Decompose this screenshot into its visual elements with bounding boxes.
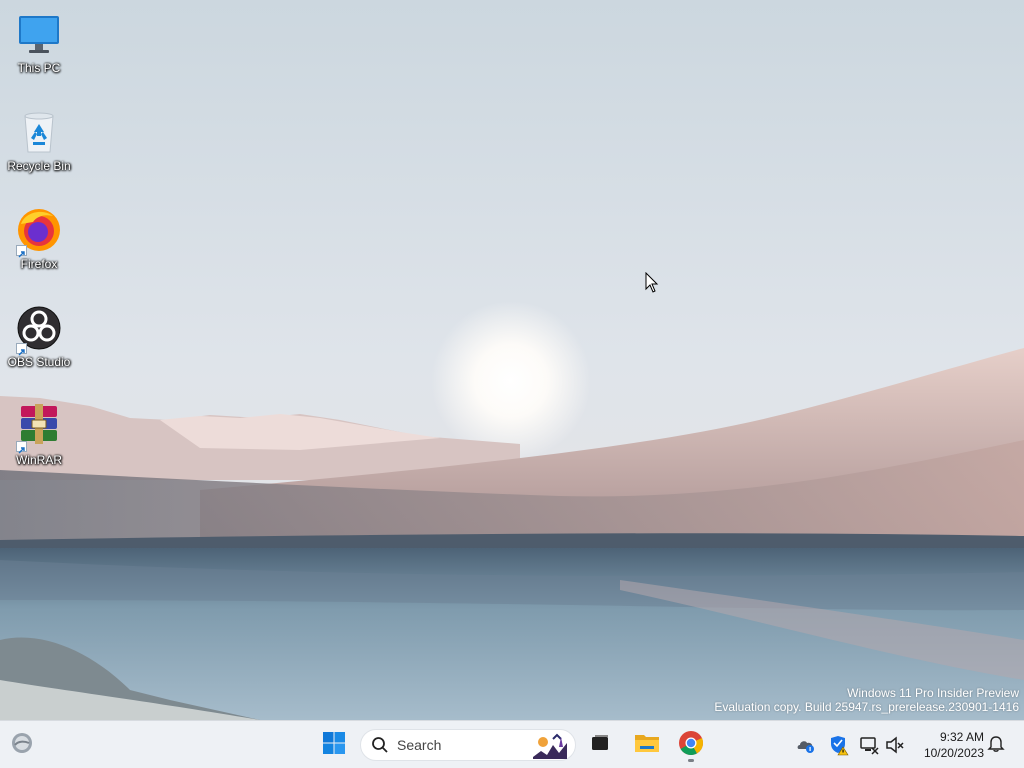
chrome-taskbar-button[interactable]: [673, 727, 709, 763]
desktop-icon-recycle-bin[interactable]: Recycle Bin: [4, 104, 74, 184]
task-view-button[interactable]: [582, 727, 618, 763]
widgets-button[interactable]: [4, 727, 40, 763]
desktop-icon-obs-studio[interactable]: OBS Studio: [4, 300, 74, 380]
desktop-icon-label: WinRAR: [15, 453, 62, 467]
notification-bell-icon[interactable]: [987, 734, 1009, 756]
search-placeholder: Search: [397, 737, 442, 753]
evaluation-watermark: Windows 11 Pro Insider Preview Evaluatio…: [714, 686, 1019, 714]
desktop-icon-label: Recycle Bin: [7, 159, 71, 173]
chrome-icon: [678, 730, 704, 761]
desktop-icon-winrar[interactable]: WinRAR: [4, 398, 74, 478]
taskbar: Search 9:32 AM 10/20/2023: [0, 720, 1024, 768]
firefox-icon: [15, 206, 63, 258]
desktop-icon-label: OBS Studio: [7, 355, 71, 369]
mouse-pointer-icon: [645, 271, 659, 294]
recycle-bin-icon: [15, 108, 63, 156]
taskbar-search-box[interactable]: Search: [360, 729, 576, 761]
clock-time: 9:32 AM: [939, 730, 984, 744]
task-view-icon: [589, 732, 611, 759]
desktop-icon-this-pc[interactable]: This PC: [4, 6, 74, 86]
weather-widget-icon: [10, 731, 34, 760]
start-icon: [322, 731, 346, 760]
desktop-wallpaper: [0, 0, 1024, 720]
system-clock[interactable]: 9:32 AM 10/20/2023: [914, 729, 984, 761]
network-disconnected-icon[interactable]: [858, 734, 880, 756]
winrar-icon: [15, 402, 63, 454]
file-explorer-icon: [634, 731, 660, 760]
watermark-edition: Windows 11 Pro Insider Preview: [847, 686, 1019, 700]
shortcut-arrow-icon: [16, 343, 27, 356]
search-highlight-art-icon: [531, 733, 569, 759]
desktop-icon-firefox[interactable]: Firefox: [4, 202, 74, 282]
shortcut-arrow-icon: [16, 245, 27, 258]
desktop-icon-label: This PC: [17, 61, 61, 75]
clock-date: 10/20/2023: [923, 746, 984, 760]
desktop-icon-label: Firefox: [20, 257, 58, 271]
volume-muted-icon[interactable]: [884, 734, 906, 756]
watermark-build: Evaluation copy. Build 25947.rs_prerelea…: [714, 700, 1019, 714]
search-icon: [371, 736, 389, 754]
onedrive-icon[interactable]: [795, 734, 817, 756]
defender-warning-icon[interactable]: [828, 734, 850, 756]
obs-studio-icon: [15, 304, 63, 356]
start-button[interactable]: [316, 727, 352, 763]
running-indicator: [688, 759, 694, 762]
shortcut-arrow-icon: [16, 441, 27, 454]
monitor-icon: [15, 10, 63, 58]
file-explorer-button[interactable]: [629, 727, 665, 763]
